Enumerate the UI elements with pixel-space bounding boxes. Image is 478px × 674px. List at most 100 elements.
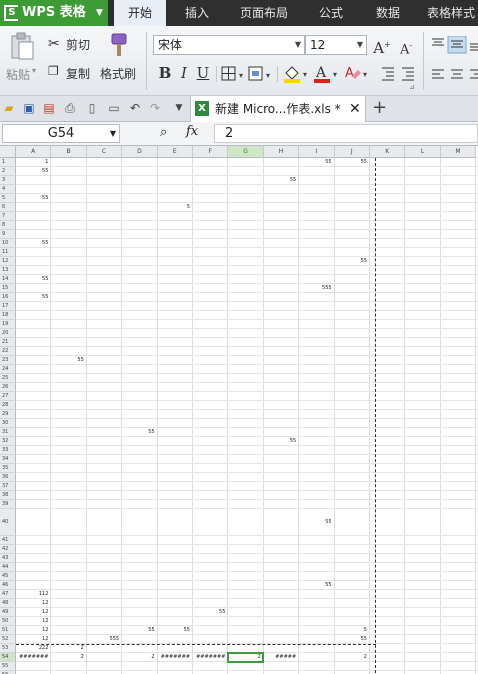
tab-formulas[interactable]: 公式	[306, 0, 356, 26]
undo-icon[interactable]: ↶	[127, 100, 143, 116]
row-header-33[interactable]: 33	[0, 446, 16, 455]
tab-table-styles[interactable]: 表格样式	[420, 0, 478, 26]
column-header-h[interactable]: H	[263, 146, 300, 158]
cell-j1[interactable]: 55	[335, 158, 369, 167]
italic-button[interactable]: I	[175, 64, 193, 82]
cell-b53[interactable]: 2	[51, 644, 85, 653]
close-tab-icon[interactable]: ✕	[349, 96, 361, 122]
name-box[interactable]: G54 ▼	[2, 124, 120, 143]
format-painter-icon[interactable]	[108, 32, 130, 58]
row-header-20[interactable]: 20	[0, 329, 16, 338]
cell-i1[interactable]: 55	[299, 158, 333, 167]
row-header-43[interactable]: 43	[0, 554, 16, 563]
row-header-50[interactable]: 50	[0, 617, 16, 626]
paste-button[interactable]: 粘贴	[6, 66, 30, 83]
row-header-17[interactable]: 17	[0, 302, 16, 311]
format-painter-button[interactable]: 格式刷	[100, 65, 136, 82]
cell-j51[interactable]: 5	[335, 626, 369, 635]
font-color-icon[interactable]: A ▾	[313, 64, 341, 84]
cell-b23[interactable]: 55	[51, 356, 85, 365]
customize-toolbar-icon[interactable]: ▼	[171, 100, 187, 116]
row-header-30[interactable]: 30	[0, 419, 16, 428]
row-header-23[interactable]: 23	[0, 356, 16, 365]
paste-dropdown-icon[interactable]: ▾	[32, 66, 36, 75]
insert-function-button[interactable]: fx	[186, 124, 198, 139]
cell-e6[interactable]: 5	[158, 203, 192, 212]
row-header-34[interactable]: 34	[0, 455, 16, 464]
row-header-54[interactable]: 54	[0, 653, 16, 662]
row-header-18[interactable]: 18	[0, 311, 16, 320]
merge-cells-icon[interactable]: ▾	[248, 66, 274, 82]
cell-d31[interactable]: 55	[122, 428, 156, 437]
cell-a16[interactable]: 55	[16, 293, 50, 302]
row-header-46[interactable]: 46	[0, 581, 16, 590]
row-header-38[interactable]: 38	[0, 491, 16, 500]
row-header-31[interactable]: 31	[0, 428, 16, 437]
tab-insert[interactable]: 插入	[174, 0, 220, 26]
row-header-44[interactable]: 44	[0, 563, 16, 572]
cell-i46[interactable]: 55	[299, 581, 333, 590]
row-header-21[interactable]: 21	[0, 338, 16, 347]
tab-page-layout[interactable]: 页面布局	[232, 0, 296, 26]
cell-e54[interactable]: #######	[158, 653, 192, 662]
row-header-27[interactable]: 27	[0, 392, 16, 401]
save-icon[interactable]: ▣	[21, 100, 37, 116]
row-header-47[interactable]: 47	[0, 590, 16, 599]
row-header-16[interactable]: 16	[0, 293, 16, 302]
row-header-52[interactable]: 52	[0, 635, 16, 644]
cell-j12[interactable]: 55	[335, 257, 369, 266]
cell-a51[interactable]: 12	[16, 626, 50, 635]
underline-button[interactable]: U	[194, 64, 212, 82]
tab-data[interactable]: 数据	[366, 0, 410, 26]
tab-home[interactable]: 开始	[114, 0, 166, 26]
row-header-1[interactable]: 1	[0, 158, 16, 167]
column-header-d[interactable]: D	[122, 146, 158, 158]
bold-button[interactable]: B	[156, 64, 174, 82]
row-header-26[interactable]: 26	[0, 383, 16, 392]
cell-i40[interactable]: 55	[299, 509, 333, 536]
row-header-11[interactable]: 11	[0, 248, 16, 257]
column-header-f[interactable]: F	[193, 146, 229, 158]
row-header-48[interactable]: 48	[0, 599, 16, 608]
print-preview-icon[interactable]: ▯	[84, 100, 100, 116]
row-header-39[interactable]: 39	[0, 500, 16, 509]
row-header-28[interactable]: 28	[0, 401, 16, 410]
cell-a1[interactable]: 1	[16, 158, 50, 167]
row-header-12[interactable]: 12	[0, 257, 16, 266]
redo-icon[interactable]: ↷	[147, 100, 163, 116]
row-header-25[interactable]: 25	[0, 374, 16, 383]
row-header-13[interactable]: 13	[0, 266, 16, 275]
row-header-36[interactable]: 36	[0, 473, 16, 482]
cell-f54[interactable]: #######	[193, 653, 227, 662]
row-header-45[interactable]: 45	[0, 572, 16, 581]
row-header-8[interactable]: 8	[0, 221, 16, 230]
column-header-l[interactable]: L	[405, 146, 441, 158]
export-pdf-icon[interactable]: ▤	[41, 100, 57, 116]
row-header-5[interactable]: 5	[0, 194, 16, 203]
cell-i15[interactable]: 555	[299, 284, 333, 293]
row-header-14[interactable]: 14	[0, 275, 16, 284]
cell-b54[interactable]: 2	[51, 653, 85, 662]
formula-input[interactable]: 2	[214, 124, 478, 143]
cut-button[interactable]: 剪切	[66, 36, 90, 53]
magnifier-icon[interactable]: ⌕	[160, 125, 167, 140]
shrink-font-button[interactable]: A-	[397, 37, 415, 57]
column-header-a[interactable]: A	[16, 146, 52, 158]
cell-e51[interactable]: 55	[158, 626, 192, 635]
grow-font-button[interactable]: A+	[373, 36, 391, 57]
row-header-51[interactable]: 51	[0, 626, 16, 635]
cell-a49[interactable]: 12	[16, 608, 50, 617]
row-header-7[interactable]: 7	[0, 212, 16, 221]
row-header-53[interactable]: 53	[0, 644, 16, 653]
cell-a14[interactable]: 55	[16, 275, 50, 284]
row-header-40[interactable]: 40	[0, 509, 16, 536]
row-header-19[interactable]: 19	[0, 320, 16, 329]
row-header-9[interactable]: 9	[0, 230, 16, 239]
column-header-g[interactable]: G	[228, 146, 264, 158]
cell-a53[interactable]: 222	[16, 644, 50, 653]
row-header-4[interactable]: 4	[0, 185, 16, 194]
row-header-49[interactable]: 49	[0, 608, 16, 617]
row-header-42[interactable]: 42	[0, 545, 16, 554]
cell-h32[interactable]: 55	[264, 437, 298, 446]
column-header-e[interactable]: E	[157, 146, 193, 158]
